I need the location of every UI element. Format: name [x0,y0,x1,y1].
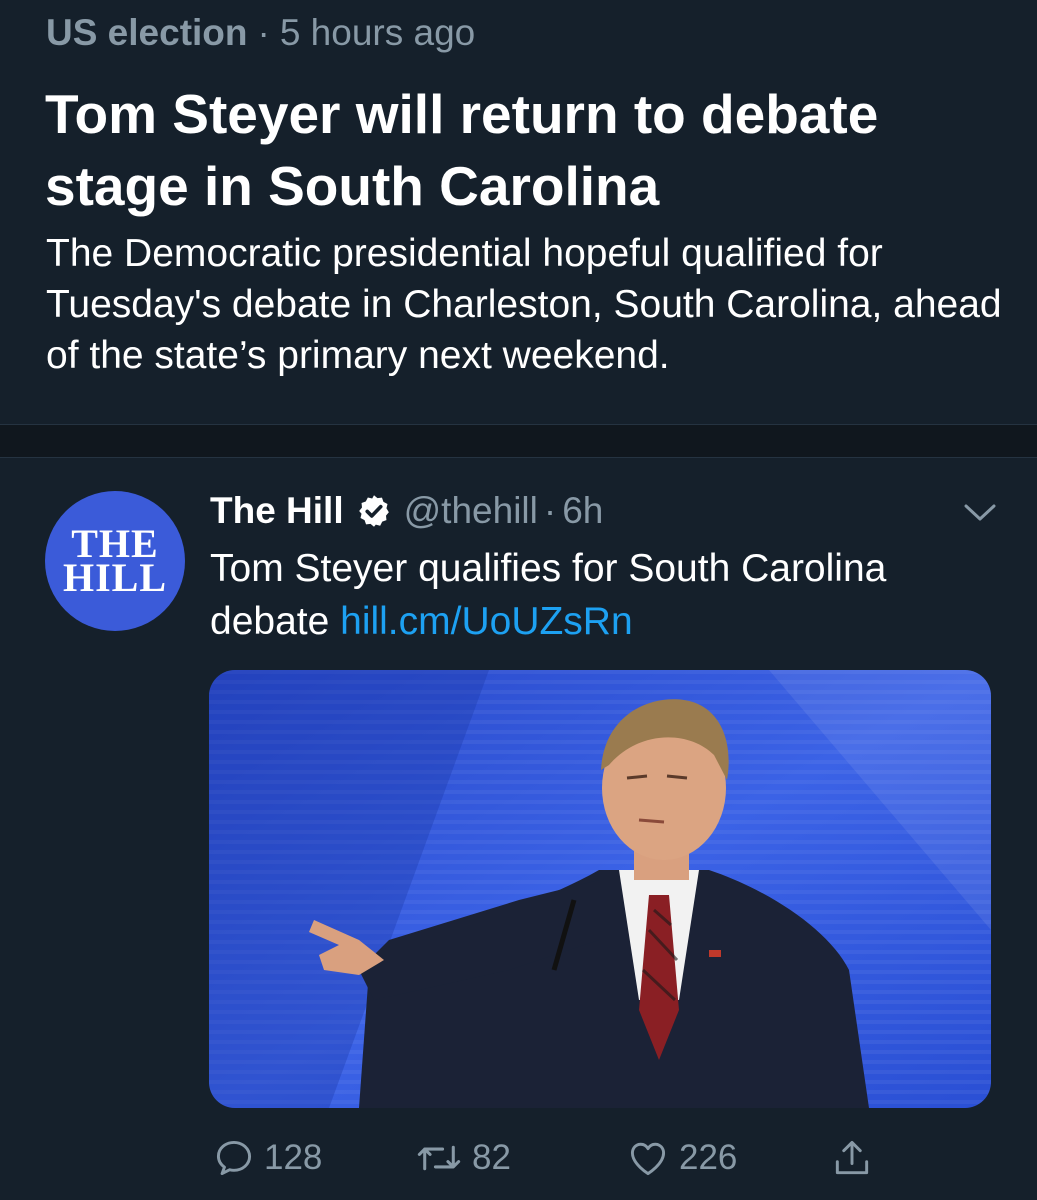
reply-count: 128 [264,1138,323,1177]
tweet-actions: 128 82 226 [0,1128,1037,1188]
tweet-text: Tom Steyer qualifies for South Carolina … [210,542,990,648]
author-name[interactable]: The Hill [210,490,344,532]
retweet-count: 82 [472,1138,511,1177]
topic-card[interactable]: US election · 5 hours ago Tom Steyer will … [0,0,1037,424]
avatar-line-2: HILL [62,555,168,600]
header-separator: · [543,490,557,531]
retweet-button[interactable]: 82 [414,1128,511,1188]
like-button[interactable]: 226 [625,1128,737,1188]
verified-badge-icon [358,495,389,527]
topic-meta: US election · 5 hours ago [46,12,475,54]
photo-man-speaking-at-debate-podium [209,670,991,1108]
topic-category[interactable]: US election [46,12,248,53]
avatar[interactable]: THE HILL [45,491,185,631]
tweet-header: The Hill @thehill · 6h [210,488,603,534]
section-divider [0,424,1037,458]
reply-icon [216,1140,252,1176]
tweet-time[interactable]: 6h [562,490,603,532]
like-count: 226 [679,1138,738,1177]
topic-timestamp: 5 hours ago [279,12,476,53]
tweet-link[interactable]: hill.cm/UoUZsRn [340,600,633,643]
chevron-down-icon[interactable] [960,500,1000,526]
share-button[interactable] [830,1128,874,1188]
reply-button[interactable]: 128 [212,1128,322,1188]
topic-summary: The Democratic presidential hopeful qual… [46,232,1002,377]
share-icon [835,1140,869,1175]
meta-separator: · [257,12,270,53]
heart-icon [630,1142,666,1176]
topic-title[interactable]: Tom Steyer will return to debate stage i… [45,78,1005,222]
author-handle[interactable]: @thehill [404,490,538,532]
tweet[interactable]: THE HILL The Hill @thehill · 6h Tom Stey… [0,458,1037,1200]
retweet-icon [417,1145,461,1171]
tweet-media[interactable] [209,670,991,1108]
